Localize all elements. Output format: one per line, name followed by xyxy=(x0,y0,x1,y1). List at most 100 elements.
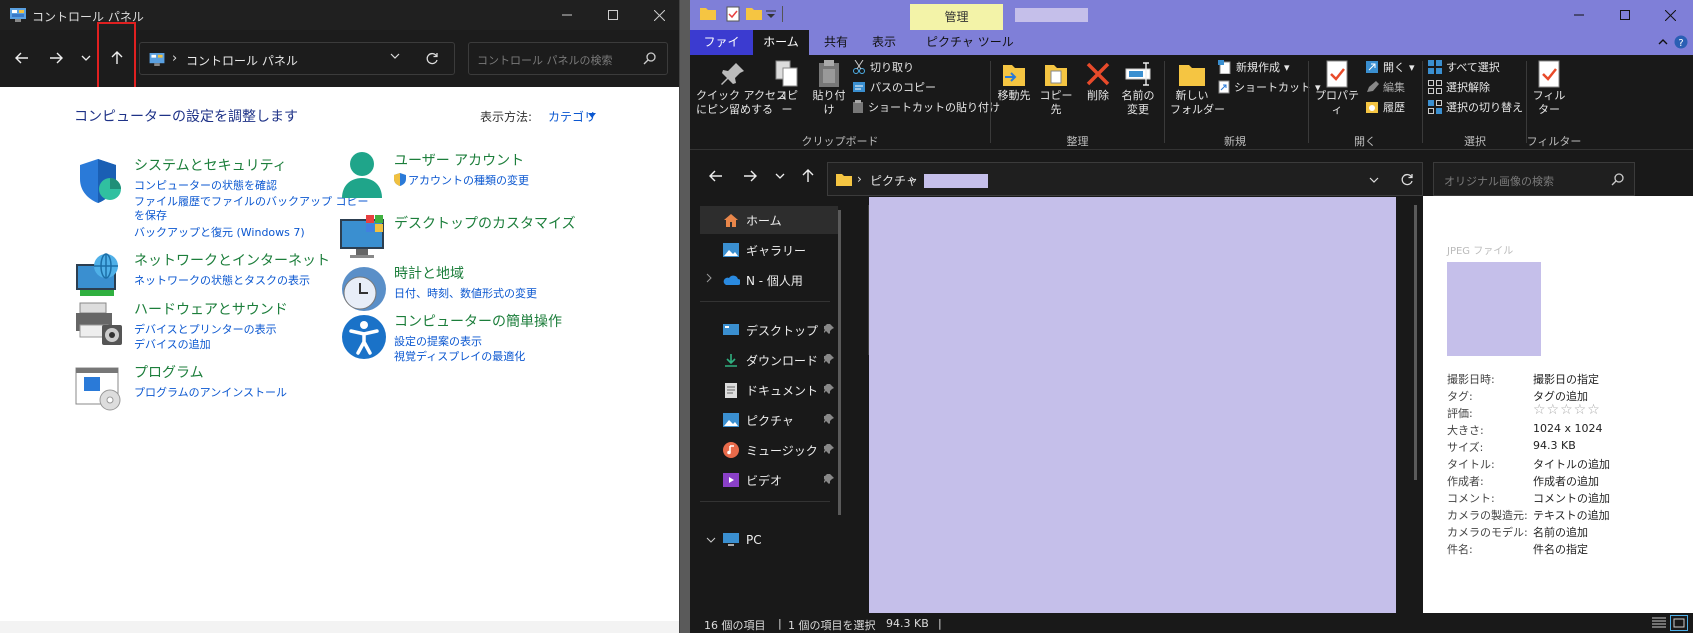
recent-locations-button[interactable] xyxy=(72,44,100,72)
new-folder-qat-icon[interactable] xyxy=(746,6,762,20)
paste-shortcut-button[interactable]: ショートカットの貼り付け xyxy=(852,99,1000,115)
refresh-icon[interactable] xyxy=(425,52,439,66)
forward-button[interactable] xyxy=(736,162,764,190)
chevron-down-icon[interactable] xyxy=(390,53,400,59)
category-title[interactable]: ユーザー アカウント xyxy=(394,150,524,170)
nav-item-documents[interactable]: ドキュメント xyxy=(700,376,838,404)
pin-icon[interactable] xyxy=(824,474,834,484)
nav-item-desktop[interactable]: デスクトップ xyxy=(700,316,838,344)
rename-button[interactable]: 名前の 変更 xyxy=(1118,59,1158,117)
pin-quick-access-button[interactable]: クイック アクセス にピン留めする xyxy=(696,61,787,117)
open-button[interactable]: 開く ▾ xyxy=(1365,59,1415,75)
cut-button[interactable]: 切り取り xyxy=(852,59,914,75)
move-to-button[interactable]: 移動先 xyxy=(994,59,1034,103)
collapse-ribbon-icon[interactable] xyxy=(1658,39,1668,45)
nav-item-downloads[interactable]: ダウンロード xyxy=(700,346,838,374)
category-link[interactable]: 日付、時刻、数値形式の変更 xyxy=(394,285,537,301)
category-title[interactable]: ハードウェアとサウンド xyxy=(134,299,288,319)
category-title[interactable]: システムとセキュリティ xyxy=(134,155,287,175)
properties-qat-icon[interactable] xyxy=(726,6,740,22)
refresh-icon[interactable] xyxy=(1400,173,1414,187)
shortcut-button[interactable]: ショートカット ▾ xyxy=(1218,79,1321,95)
new-item-button[interactable]: 新規作成 ▾ xyxy=(1218,59,1290,75)
rating-stars[interactable]: ☆☆☆☆☆ xyxy=(1533,402,1601,418)
maximize-button[interactable] xyxy=(590,0,636,30)
help-icon[interactable]: ? xyxy=(1674,35,1688,49)
category-link[interactable]: デバイスの追加 xyxy=(134,336,211,352)
search-box[interactable]: コントロール パネルの検索 xyxy=(468,42,668,75)
recent-locations-button[interactable] xyxy=(766,162,794,190)
select-all-button[interactable]: すべて選択 xyxy=(1428,59,1500,75)
pin-icon[interactable] xyxy=(824,354,834,364)
nav-item-pictures[interactable]: ピクチャ xyxy=(700,406,838,434)
customize-qat-icon[interactable] xyxy=(766,10,776,18)
nav-item-videos[interactable]: ビデオ xyxy=(700,466,838,494)
prop-value[interactable]: 撮影日の指定 xyxy=(1533,371,1599,387)
pin-icon[interactable] xyxy=(824,444,834,454)
nav-item-onedrive[interactable]: N - 個人用 xyxy=(700,266,838,294)
category-link[interactable]: デバイスとプリンターの表示 xyxy=(134,321,277,337)
back-button[interactable] xyxy=(8,44,36,72)
filter-button[interactable]: フィル ター xyxy=(1530,59,1568,117)
forward-button[interactable] xyxy=(42,44,70,72)
pin-icon[interactable] xyxy=(824,384,834,394)
tab-manage-context[interactable]: 管理 xyxy=(910,4,1003,30)
category-title[interactable]: プログラム xyxy=(134,362,204,382)
invert-selection-button[interactable]: 選択の切り替え xyxy=(1428,99,1523,115)
minimize-button[interactable] xyxy=(1556,0,1602,30)
address-bar[interactable]: › ピクチャ › xyxy=(827,162,1423,196)
image-thumbnail-redacted[interactable] xyxy=(869,197,1396,613)
copy-to-button[interactable]: コピー先 xyxy=(1036,59,1076,117)
edit-button[interactable]: 編集 xyxy=(1365,79,1405,95)
breadcrumb-item[interactable]: コントロール パネル xyxy=(186,52,298,69)
category-link[interactable]: バックアップと復元 (Windows 7) xyxy=(134,224,305,240)
large-icons-view-toggle[interactable] xyxy=(1670,615,1688,631)
delete-button[interactable]: 削除 xyxy=(1082,59,1114,103)
back-button[interactable] xyxy=(702,162,730,190)
tab-view[interactable]: 表示 xyxy=(862,30,906,55)
up-button[interactable] xyxy=(794,162,822,190)
new-folder-button[interactable]: 新しい フォルダー xyxy=(1170,59,1225,117)
copy-path-button[interactable]: パスのコピー xyxy=(852,79,936,95)
caret-down-icon[interactable] xyxy=(588,113,596,118)
chevron-down-icon[interactable] xyxy=(706,537,716,543)
details-view-toggle[interactable] xyxy=(1650,615,1668,631)
category-link[interactable]: を保存 xyxy=(134,207,167,223)
maximize-button[interactable] xyxy=(1602,0,1648,30)
prop-value[interactable]: 件名の指定 xyxy=(1533,541,1588,557)
nav-item-home[interactable]: ホーム xyxy=(700,206,838,234)
tab-picture-tools[interactable]: ピクチャ ツール xyxy=(916,30,1024,55)
category-link[interactable]: プログラムのアンインストール xyxy=(134,384,287,400)
minimize-button[interactable] xyxy=(544,0,590,30)
nav-pane-scrollbar[interactable] xyxy=(838,210,841,515)
content-scrollbar[interactable] xyxy=(1414,205,1417,480)
pin-icon[interactable] xyxy=(824,414,834,424)
history-button[interactable]: 履歴 xyxy=(1365,99,1405,115)
prop-value[interactable]: 名前の追加 xyxy=(1533,524,1588,540)
prop-value[interactable]: コメントの追加 xyxy=(1533,490,1610,506)
category-link[interactable]: ファイル履歴でファイルのバックアップ コピー xyxy=(134,193,369,209)
tab-home[interactable]: ホーム xyxy=(753,30,809,55)
paste-button[interactable]: 貼り付け xyxy=(808,59,850,117)
category-link[interactable]: 設定の提案の表示 xyxy=(394,333,482,349)
properties-button[interactable]: プロパティ xyxy=(1312,59,1362,117)
category-title[interactable]: ネットワークとインターネット xyxy=(134,250,330,270)
nav-item-music[interactable]: ミュージック xyxy=(700,436,838,464)
nav-item-gallery[interactable]: ギャラリー xyxy=(700,236,838,264)
category-title[interactable]: デスクトップのカスタマイズ xyxy=(394,213,576,233)
tab-share[interactable]: 共有 xyxy=(814,30,858,55)
chevron-right-icon[interactable] xyxy=(706,273,712,283)
search-box[interactable]: オリジナル画像の検索 xyxy=(1433,162,1635,196)
copy-button[interactable]: コピー xyxy=(772,59,802,117)
close-button[interactable] xyxy=(1647,0,1693,30)
category-link[interactable]: コンピューターの状態を確認 xyxy=(134,177,277,193)
category-link[interactable]: 視覚ディスプレイの最適化 xyxy=(394,348,525,364)
close-button[interactable] xyxy=(636,0,679,30)
prop-value[interactable]: タイトルの追加 xyxy=(1533,456,1610,472)
select-none-button[interactable]: 選択解除 xyxy=(1428,79,1490,95)
category-title[interactable]: コンピューターの簡単操作 xyxy=(394,311,562,331)
chevron-down-icon[interactable] xyxy=(1369,177,1379,183)
pin-icon[interactable] xyxy=(824,324,834,334)
tab-file[interactable]: ファイル xyxy=(690,30,753,74)
category-link[interactable]: アカウントの種類の変更 xyxy=(408,172,529,188)
